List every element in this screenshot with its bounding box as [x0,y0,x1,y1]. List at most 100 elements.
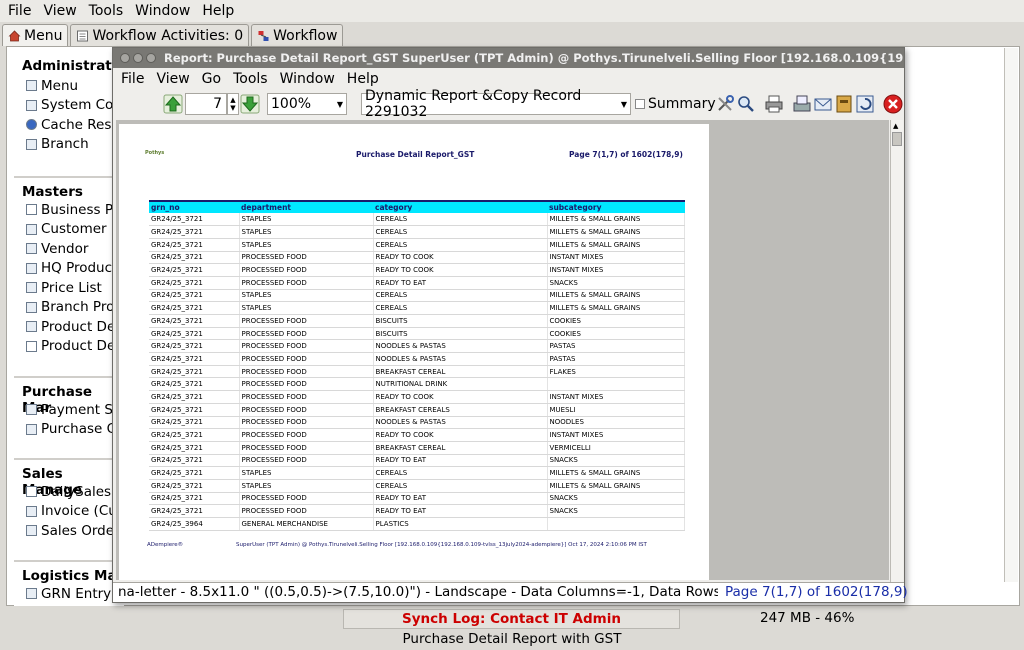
window-icon [26,99,37,111]
menu-item[interactable]: Price List [14,278,124,298]
table-row: GR24/25_3721 PROCESSED FOOD READY TO EAT SN… [149,504,685,518]
page-up-icon[interactable] [163,94,183,114]
menu-item[interactable]: Branch [14,135,124,155]
synch-log-status[interactable]: Synch Log: Contact IT Admin [343,609,680,629]
tab-workflow[interactable]: Workflow [251,24,344,46]
send-mail-icon[interactable] [813,94,833,114]
menu-item[interactable]: HQ Product [14,259,124,279]
page-down-icon[interactable] [240,94,260,114]
table-cell: MILLETS & SMALL GRAINS [547,213,685,227]
group-title[interactable]: Masters [14,176,124,200]
menu-item[interactable]: Menu [14,76,124,96]
menu-item[interactable]: Invoice (Cus [14,502,124,522]
menu-tools[interactable]: Tools [83,3,130,19]
rmenu-view[interactable]: View [150,71,195,87]
menu-item[interactable]: GRN Entry [14,584,124,604]
minimize-window-button[interactable] [133,53,143,63]
menu-item[interactable]: Sales Order [14,521,124,541]
table-cell: GR24/25_3721 [149,466,240,480]
menu-item[interactable]: Branch Prod [14,298,124,318]
table-cell: MILLETS & SMALL GRAINS [547,301,685,315]
table-cell [547,517,685,531]
archive-icon[interactable] [834,94,854,114]
col-subcategory[interactable]: subcategory [547,200,685,213]
table-row: GR24/25_3964 GENERAL MERCHANDISE PLASTICS [149,517,685,531]
search-icon[interactable] [736,94,756,114]
export-icon[interactable] [792,94,812,114]
page-spinner[interactable]: ▲ ▼ [227,93,239,115]
table-row: GR24/25_3721 STAPLES CEREALS MILLETS & SMAL… [149,289,685,303]
table-cell: BREAKFAST CEREAL [373,441,548,455]
rmenu-window[interactable]: Window [274,71,341,87]
group-title[interactable]: Sales Manage [14,458,124,498]
tab-menu[interactable]: Menu [2,24,69,46]
menu-item[interactable]: Purchase Or [14,420,124,440]
group-title[interactable]: Logistics Mar [14,560,124,584]
scroll-up-icon[interactable]: ▲ [893,122,901,130]
item-label: Sales Order [41,522,120,539]
menu-help[interactable]: Help [196,3,240,19]
report-format-select[interactable]: Dynamic Report &Copy Record 2291032 ▼ [361,88,631,120]
table-cell: GR24/25_3721 [149,314,240,328]
window-icon [26,138,37,150]
rmenu-help[interactable]: Help [341,71,385,87]
table-cell: READY TO COOK [373,251,548,265]
window-icon [26,505,37,517]
report-statusbar: na-letter - 8.5x11.0 " ((0.5,0.5)->(7.5,… [113,582,908,602]
maximize-window-button[interactable] [146,53,156,63]
rmenu-file[interactable]: File [113,71,150,87]
item-label: Customer [41,221,107,238]
col-department[interactable]: department [239,200,373,213]
rmenu-tools[interactable]: Tools [227,71,274,87]
table-cell: NUTRITIONAL DRINK [373,377,548,392]
table-cell: GR24/25_3721 [149,428,240,442]
summary-checkbox[interactable]: Summary [635,96,716,112]
rmenu-go[interactable]: Go [196,71,227,87]
table-row: GR24/25_3721 STAPLES CEREALS MILLETS & SMAL… [149,225,685,239]
table-cell: CEREALS [373,213,548,227]
close-report-icon[interactable] [883,94,903,114]
page-status: Page 7(1,7) of 1602(178,9) [725,584,908,600]
tab-workflow-activities[interactable]: Workflow Activities: 0 [70,24,250,46]
menu-file[interactable]: File [0,3,37,19]
table-cell: MUESLI [547,403,685,417]
table-row: GR24/25_3721 PROCESSED FOOD READY TO EAT SN… [149,276,685,290]
menu-item[interactable]: Vendor [14,239,124,259]
report-scrollbar[interactable]: ▲ [890,120,903,582]
menu-view[interactable]: View [37,3,82,19]
col-category[interactable]: category [373,200,547,213]
table-cell: CEREALS [373,466,548,480]
table-cell: PROCESSED FOOD [239,365,374,379]
table-row: GR24/25_3721 PROCESSED FOOD NOODLES & PAST… [149,352,685,366]
table-cell: GR24/25_3721 [149,403,240,417]
item-label: Branch [41,136,89,153]
close-window-button[interactable] [120,53,130,63]
table-cell: STAPLES [239,466,374,480]
group-title[interactable]: Purchase Mar [14,376,124,416]
report-titlebar[interactable]: Report: Purchase Detail Report_GST Super… [113,48,904,68]
table-cell: PROCESSED FOOD [239,276,374,290]
menu-item[interactable]: Cache Rese [14,115,124,135]
report-title: Purchase Detail Report_GST [356,150,475,159]
main-scrollbar[interactable] [1004,48,1018,582]
menu-window[interactable]: Window [129,3,196,19]
menu-item[interactable]: Customer [14,220,124,240]
table-cell: READY TO EAT [373,492,548,506]
table-cell: SNACKS [547,504,685,518]
zoom-select[interactable]: 100% ▼ [267,93,347,115]
scroll-thumb[interactable] [892,132,902,146]
table-row: GR24/25_3721 STAPLES CEREALS MILLETS & SMAL… [149,479,685,493]
print-icon[interactable] [764,94,784,114]
item-label: Menu [41,77,79,94]
window-title: Report: Purchase Detail Report_GST Super… [164,51,904,65]
menu-item[interactable]: System Cor [14,96,124,116]
menu-item[interactable]: Product Det [14,337,124,357]
customize-report-icon[interactable] [715,94,735,114]
refresh-icon[interactable] [855,94,875,114]
col-grn-no[interactable]: grn_no [149,200,239,213]
page-number-input[interactable]: 7 [185,93,227,115]
group-title[interactable]: Administration [14,52,135,76]
menu-item[interactable]: Business Pa [14,200,124,220]
menu-item[interactable]: Product Dep [14,317,124,337]
window-icon [26,301,37,313]
